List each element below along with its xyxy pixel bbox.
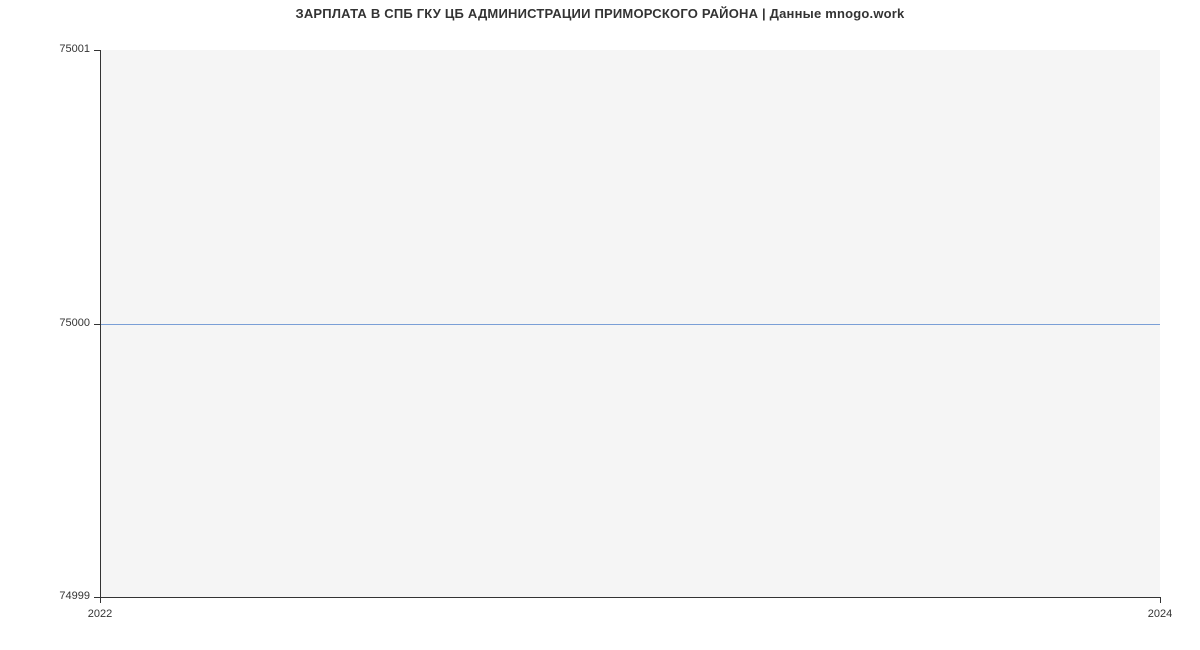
xtick-label-left: 2022	[70, 608, 130, 620]
ytick-label-top: 75001	[30, 43, 90, 55]
chart-container: ЗАРПЛАТА В СПБ ГКУ ЦБ АДМИНИСТРАЦИИ ПРИМ…	[0, 0, 1200, 650]
xtick-mark	[100, 597, 101, 603]
y-axis-spine	[100, 50, 101, 597]
chart-title: ЗАРПЛАТА В СПБ ГКУ ЦБ АДМИНИСТРАЦИИ ПРИМ…	[0, 6, 1200, 21]
ytick-label-bot: 74999	[30, 590, 90, 602]
ytick-label-mid: 75000	[30, 317, 90, 329]
ytick-mark	[94, 324, 100, 325]
ytick-mark	[94, 50, 100, 51]
x-axis-spine	[100, 597, 1160, 598]
xtick-mark	[1160, 597, 1161, 603]
data-line	[100, 324, 1160, 325]
xtick-label-right: 2024	[1130, 608, 1190, 620]
